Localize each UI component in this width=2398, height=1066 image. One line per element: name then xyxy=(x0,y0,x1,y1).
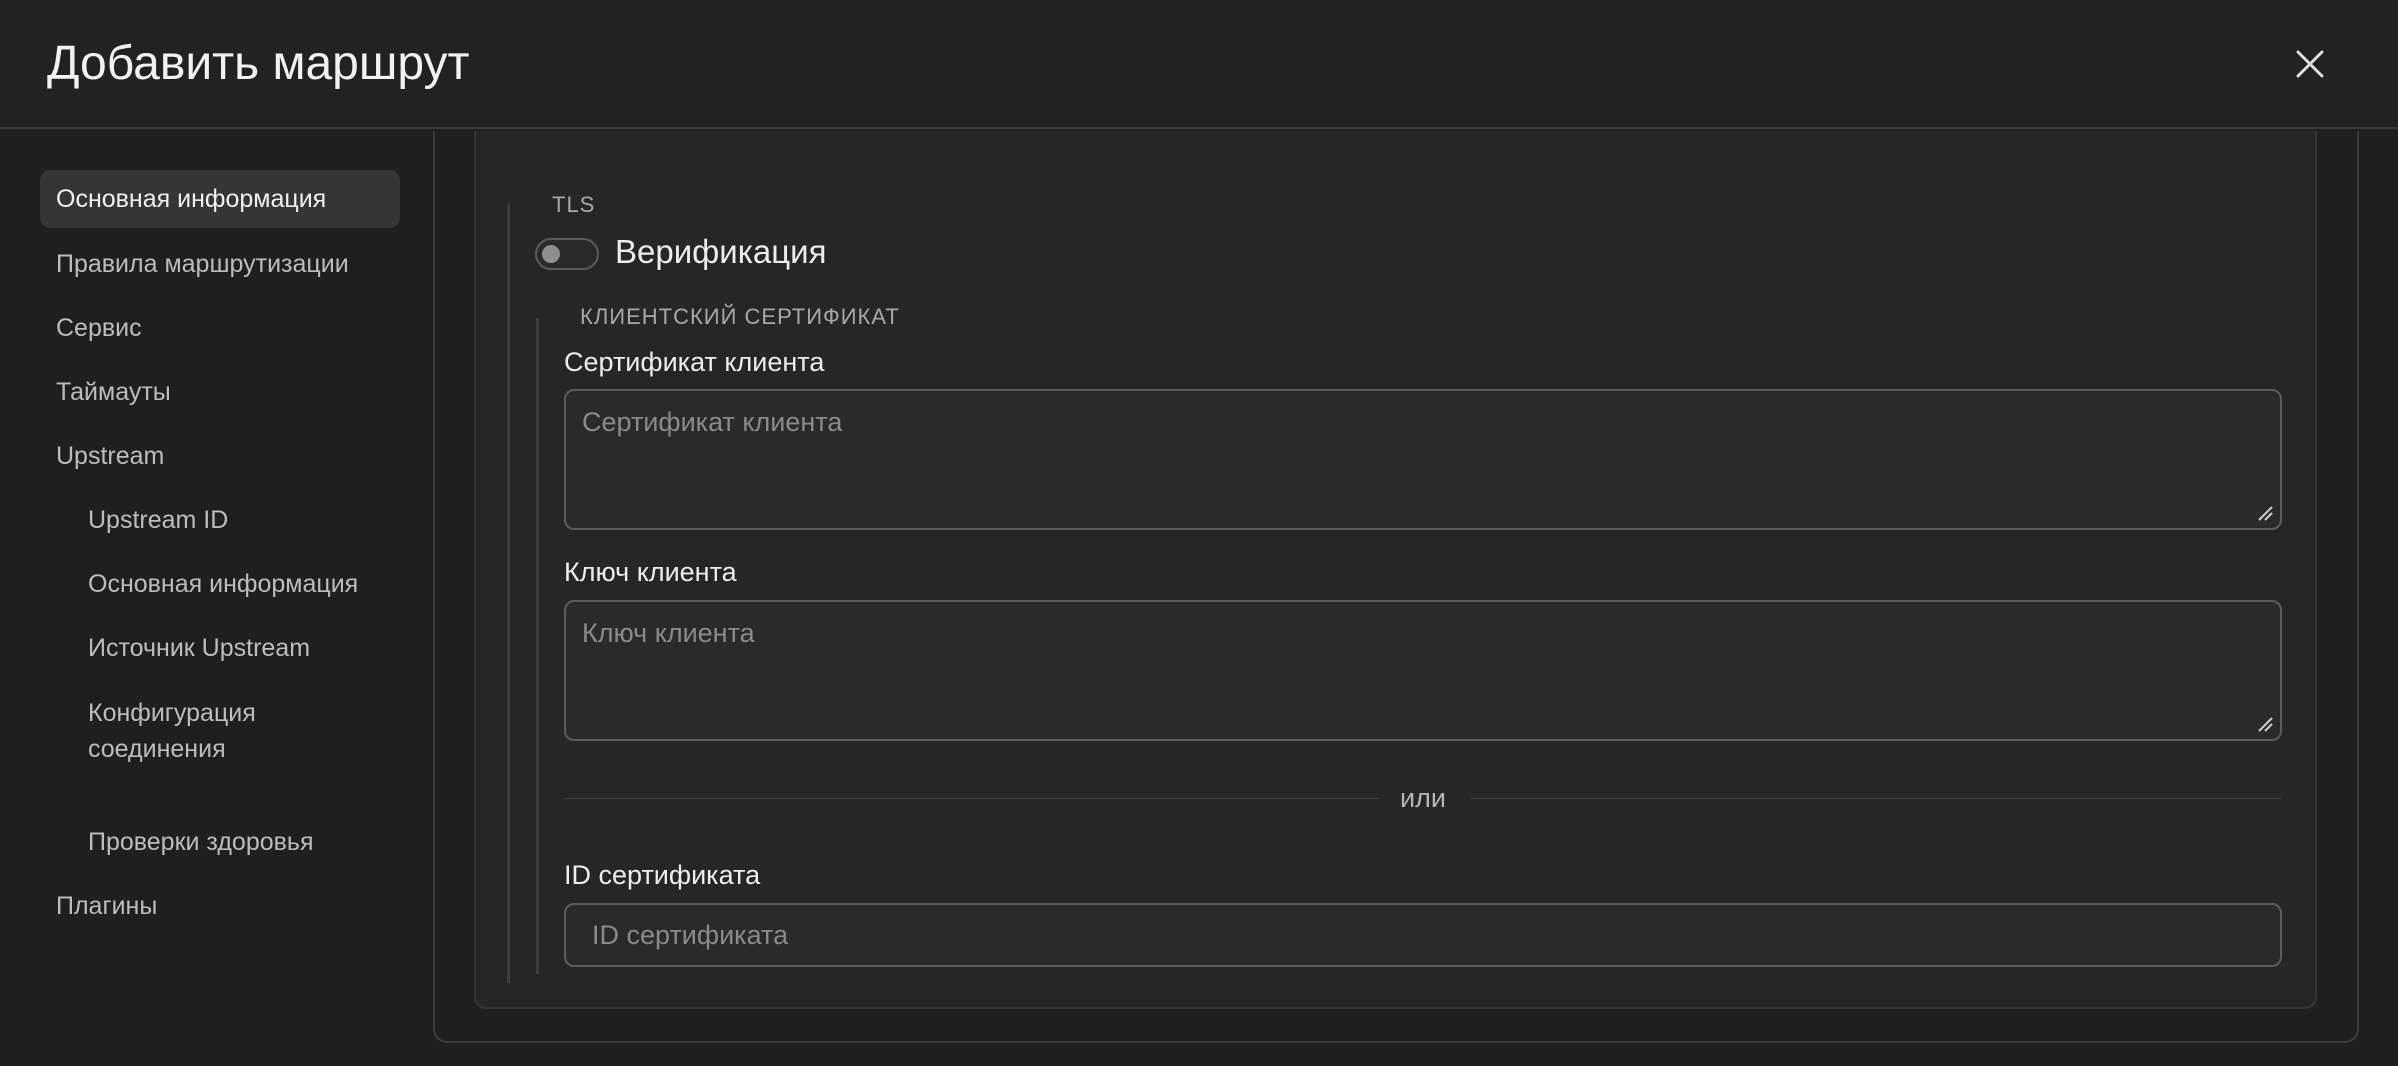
page-title: Добавить маршрут xyxy=(47,37,470,90)
sidebar-nav: Основная информация Правила маршрутизаци… xyxy=(0,131,420,1066)
tls-section-line xyxy=(507,203,510,983)
sidebar-item-upstream-source[interactable]: Источник Upstream xyxy=(88,619,310,677)
client-key-textarea[interactable] xyxy=(564,600,2282,741)
toggle-knob xyxy=(542,245,560,263)
tls-section-label: TLS xyxy=(552,192,596,217)
sidebar-item-connection-config[interactable]: Конфигурация соединения xyxy=(88,695,348,771)
close-icon xyxy=(2296,50,2324,78)
resize-grip-icon[interactable] xyxy=(2256,715,2274,733)
client-cert-textarea[interactable] xyxy=(564,389,2282,530)
sidebar-item-upstream-main-info[interactable]: Основная информация xyxy=(88,555,358,613)
resize-grip-icon[interactable] xyxy=(2256,504,2274,522)
sidebar-item-routing-rules[interactable]: Правила маршрутизации xyxy=(56,235,349,293)
or-divider-text: или xyxy=(1400,783,1446,813)
sidebar-item-upstream-id[interactable]: Upstream ID xyxy=(88,491,228,549)
client-cert-section-label: КЛИЕНТСКИЙ СЕРТИФИКАТ xyxy=(580,304,900,329)
sidebar-item-service[interactable]: Сервис xyxy=(56,299,142,357)
divider-line-left xyxy=(564,798,1379,799)
sidebar-item-main-info[interactable]: Основная информация xyxy=(40,170,400,228)
cert-id-input[interactable] xyxy=(564,903,2282,967)
sidebar-item-timeouts[interactable]: Таймауты xyxy=(56,363,171,421)
client-cert-label: Сертификат клиента xyxy=(564,347,825,377)
divider-line-right xyxy=(1470,798,2282,799)
modal-header: Добавить маршрут xyxy=(0,0,2398,129)
close-button[interactable] xyxy=(2290,44,2330,84)
sidebar-item-upstream[interactable]: Upstream xyxy=(56,427,164,485)
verification-toggle[interactable] xyxy=(535,238,599,270)
sidebar-item-health-checks[interactable]: Проверки здоровья xyxy=(88,813,314,871)
verification-label: Верификация xyxy=(615,233,827,270)
sidebar-item-plugins[interactable]: Плагины xyxy=(56,877,157,935)
client-cert-section-line xyxy=(536,318,539,974)
cert-id-label: ID сертификата xyxy=(564,860,761,890)
client-key-label: Ключ клиента xyxy=(564,557,737,587)
